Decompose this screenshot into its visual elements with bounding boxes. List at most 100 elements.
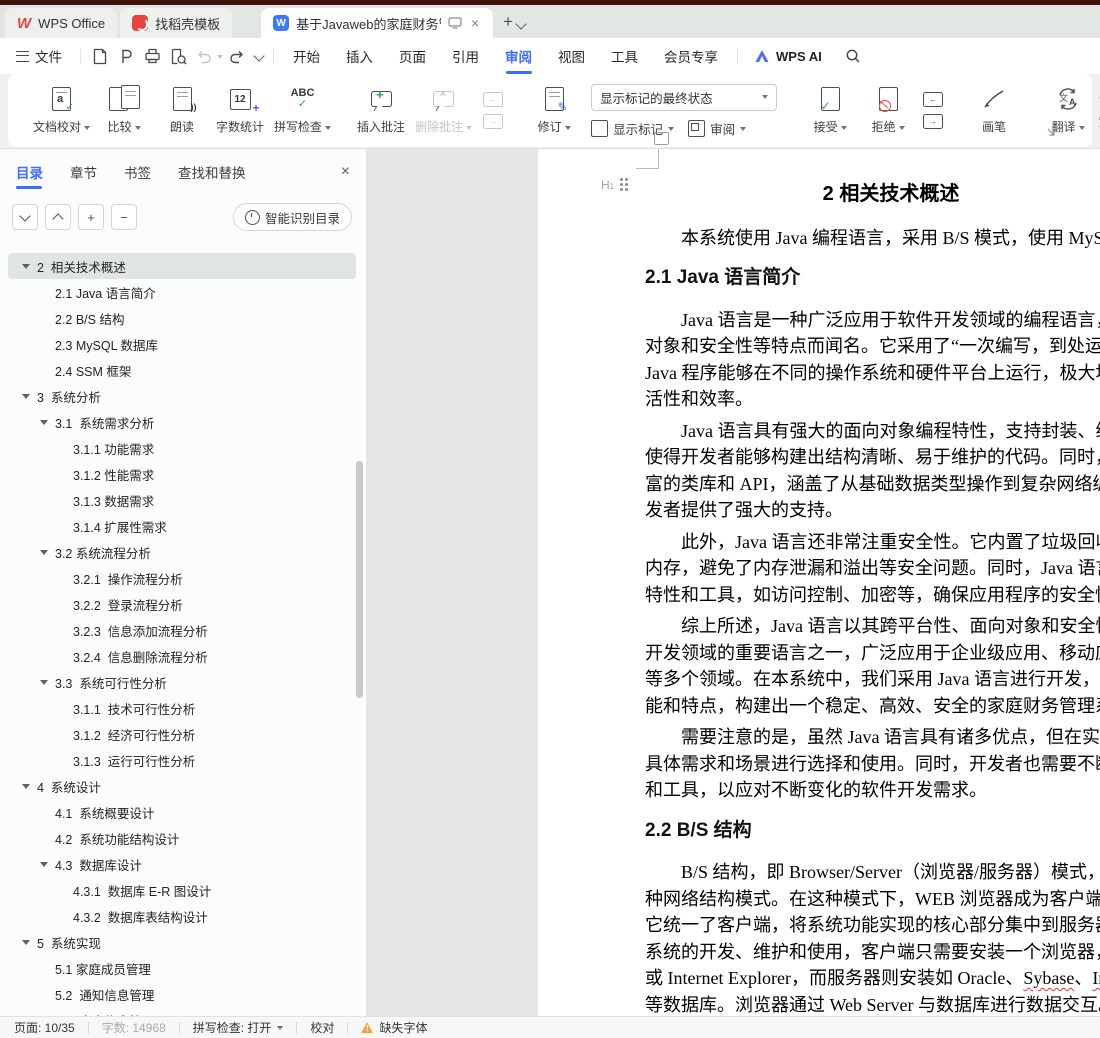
toc-item[interactable]: 4.1 系统概要设计 xyxy=(8,799,356,825)
heading-level-badge[interactable]: H1 xyxy=(601,178,628,192)
toc-item[interactable]: 3.1.1 技术可行性分析 xyxy=(8,695,356,721)
toc-zoom-in-button[interactable]: + xyxy=(78,204,104,230)
ribbon-toggle-icon[interactable] xyxy=(654,132,669,145)
toc-item[interactable]: 2.3 MySQL 数据库 xyxy=(8,331,356,357)
toc-collapse-caret-icon[interactable] xyxy=(40,679,48,685)
toc-collapse-caret-icon[interactable] xyxy=(40,549,48,555)
insert-comment-button[interactable]: + 插入批注 xyxy=(354,86,408,135)
toc-item[interactable]: 4.3.2 数据库表结构设计 xyxy=(8,903,356,929)
delete-comment-button[interactable]: × 删除批注 xyxy=(412,86,475,135)
toc-item[interactable]: 3.1.2 性能需求 xyxy=(8,461,356,487)
print-preview-button[interactable] xyxy=(165,44,191,68)
tab-list-chevron-icon[interactable] xyxy=(515,18,527,30)
toc-item[interactable]: 3.1.2 经济可行性分析 xyxy=(8,721,356,747)
toc-item[interactable]: 5.3 支出信息管理 xyxy=(8,1007,356,1017)
toc-item[interactable]: 4.2 系统功能结构设计 xyxy=(8,825,356,851)
new-tab-icon[interactable]: + xyxy=(503,12,513,32)
accept-button[interactable]: ✓ 接受 xyxy=(803,86,857,135)
toc-collapse-all-button[interactable] xyxy=(45,204,71,230)
dialog-launcher-icon[interactable] xyxy=(1046,124,1056,142)
menu-item-6[interactable]: 工具 xyxy=(598,38,651,74)
word-count-button[interactable]: 12 + 字数统计 xyxy=(213,86,267,135)
undo-button[interactable] xyxy=(191,44,217,68)
file-menu-button[interactable]: 文件 xyxy=(0,46,74,66)
menu-item-0[interactable]: 开始 xyxy=(280,38,333,74)
toc-collapse-caret-icon[interactable] xyxy=(40,861,48,867)
quickbar-chevron-icon[interactable] xyxy=(253,50,265,62)
toc-collapse-caret-icon[interactable] xyxy=(22,939,30,945)
toc-item[interactable]: 3.1 系统需求分析 xyxy=(8,409,356,435)
toc-item[interactable]: 2 相关技术概述 xyxy=(8,253,356,279)
review-pane-button[interactable]: 审阅 xyxy=(688,119,747,138)
wps-ai-button[interactable]: WPS AI xyxy=(754,49,822,64)
toc-item[interactable]: 4.3.1 数据库 E-R 图设计 xyxy=(8,877,356,903)
next-comment-icon[interactable]: → xyxy=(483,114,504,129)
search-icon[interactable] xyxy=(840,44,866,68)
redo-button[interactable] xyxy=(223,44,249,68)
sidebar-tab-2[interactable]: 书签 xyxy=(124,149,151,195)
toc-collapse-caret-icon[interactable] xyxy=(22,263,30,269)
tab-wps-home[interactable]: W WPS Office xyxy=(5,8,118,38)
proofread-button[interactable]: 校对 xyxy=(310,1019,334,1036)
missing-font-button[interactable]: 缺失字体 xyxy=(361,1019,427,1036)
toc-item[interactable]: 5 系统实现 xyxy=(8,929,356,955)
tab-docer-templates[interactable]: 找稻壳模板 xyxy=(120,8,233,38)
toc-item[interactable]: 4 系统设计 xyxy=(8,773,356,799)
next-change-icon[interactable]: → xyxy=(923,114,944,129)
sidebar-tab-1[interactable]: 章节 xyxy=(70,149,97,195)
toc-item[interactable]: 3.1.1 功能需求 xyxy=(8,435,356,461)
toc-item[interactable]: 3.2.3 信息添加流程分析 xyxy=(8,617,356,643)
menu-item-3[interactable]: 引用 xyxy=(439,38,492,74)
toc-item[interactable]: 3.2.2 登录流程分析 xyxy=(8,591,356,617)
markup-state-select[interactable]: 显示标记的最终状态 xyxy=(591,83,778,111)
sidebar-close-icon[interactable]: × xyxy=(341,163,350,181)
close-tab-icon[interactable]: × xyxy=(469,16,481,30)
spell-check-button[interactable]: ABC ✓ 拼写检查 xyxy=(271,86,334,135)
menu-item-2[interactable]: 页面 xyxy=(386,38,439,74)
save-button[interactable] xyxy=(87,44,113,68)
page-indicator[interactable]: 页面: 10/35 xyxy=(14,1019,75,1036)
export-pdf-button[interactable] xyxy=(113,44,139,68)
doc-proof-button[interactable]: a ✓ 文档校对 xyxy=(30,86,93,135)
read-aloud-button[interactable]: )) 朗读 xyxy=(155,86,209,135)
menu-item-7[interactable]: 会员专享 xyxy=(651,38,731,74)
word-count-indicator[interactable]: 字数: 14968 xyxy=(102,1019,166,1036)
toc-item[interactable]: 3.1.4 扩展性需求 xyxy=(8,513,356,539)
toc-expand-all-button[interactable] xyxy=(12,204,38,230)
print-button[interactable] xyxy=(139,44,165,68)
brush-button[interactable]: 画笔 xyxy=(967,86,1021,135)
toc-zoom-out-button[interactable]: − xyxy=(111,204,137,230)
sidebar-tab-0[interactable]: 目录 xyxy=(16,149,43,195)
toc-item[interactable]: 3.1.3 运行可行性分析 xyxy=(8,747,356,773)
sidebar-scrollbar[interactable] xyxy=(356,461,363,698)
menu-item-4[interactable]: 审阅 xyxy=(492,38,545,74)
previous-comment-icon[interactable]: ← xyxy=(483,92,504,107)
drag-handle-icon[interactable] xyxy=(620,178,628,191)
menu-item-5[interactable]: 视图 xyxy=(545,38,598,74)
toc-item[interactable]: 3.2.1 操作流程分析 xyxy=(8,565,356,591)
spell-check-status[interactable]: 拼写检查: 打开 xyxy=(193,1019,284,1036)
toc-collapse-caret-icon[interactable] xyxy=(22,783,30,789)
revise-button[interactable]: ✎ 修订 xyxy=(527,86,581,135)
toc-item[interactable]: 3.1.3 数据需求 xyxy=(8,487,356,513)
toc-collapse-caret-icon[interactable] xyxy=(22,393,30,399)
toc-item[interactable]: 4.3 数据库设计 xyxy=(8,851,356,877)
previous-change-icon[interactable]: ← xyxy=(923,92,944,107)
toc-item[interactable]: 2.2 B/S 结构 xyxy=(8,305,356,331)
compare-button[interactable]: 比较 xyxy=(97,85,151,135)
toc-item[interactable]: 5.1 家庭成员管理 xyxy=(8,955,356,981)
reject-button[interactable]: 拒绝 xyxy=(861,86,915,135)
toc-item[interactable]: 2.1 Java 语言简介 xyxy=(8,279,356,305)
menu-item-1[interactable]: 插入 xyxy=(333,38,386,74)
toc-item[interactable]: 3.2.4 信息删除流程分析 xyxy=(8,643,356,669)
toc-item[interactable]: 3.3 系统可行性分析 xyxy=(8,669,356,695)
sidebar-tab-3[interactable]: 查找和替换 xyxy=(178,149,246,195)
toc-item[interactable]: 5.2 通知信息管理 xyxy=(8,981,356,1007)
document-page[interactable]: H1 2 相关技术概述 本系统使用 Java 编程语言，采用 B/S 模式，使用 … xyxy=(538,149,1100,1016)
toc-item[interactable]: 3 系统分析 xyxy=(8,383,356,409)
monitor-icon[interactable] xyxy=(448,17,462,29)
smart-toc-button[interactable]: 智能识别目录 xyxy=(232,203,352,231)
toc-item[interactable]: 2.4 SSM 框架 xyxy=(8,357,356,383)
toc-item[interactable]: 3.2 系统流程分析 xyxy=(8,539,356,565)
toc-collapse-caret-icon[interactable] xyxy=(40,419,48,425)
